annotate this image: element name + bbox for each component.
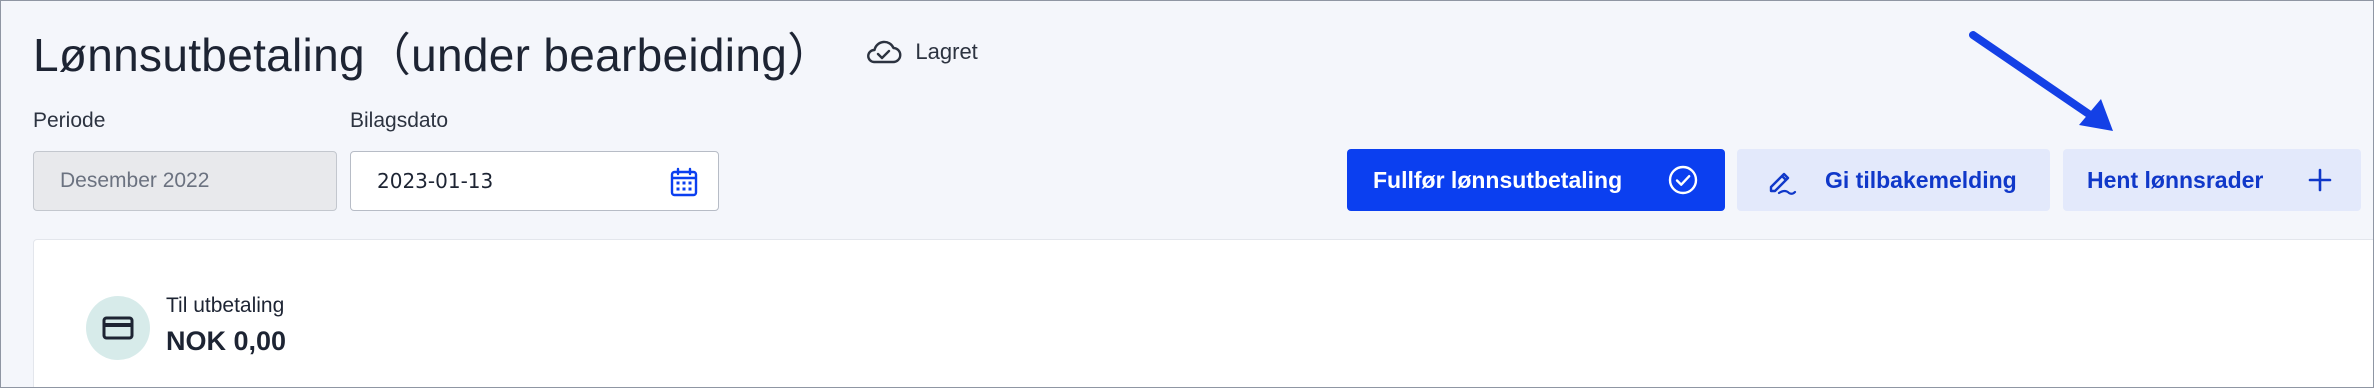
fetch-payroll-rows-button[interactable]: Hent lønnsrader <box>2063 149 2361 211</box>
voucher-date-field[interactable]: 2023-01-13 <box>350 151 719 211</box>
calendar-icon[interactable] <box>668 166 700 198</box>
payout-icon-badge <box>86 296 150 360</box>
saved-status-label: Lagret <box>915 39 978 64</box>
give-feedback-button[interactable]: Gi tilbakemelding <box>1737 149 2050 211</box>
saved-status: Lagret <box>863 38 978 66</box>
period-field: Desember 2022 <box>33 151 337 211</box>
payout-label: Til utbetaling <box>166 294 285 317</box>
pencil-icon <box>1769 172 1797 195</box>
complete-payroll-label: Fullfør lønnsutbetaling <box>1373 166 1623 193</box>
period-label: Periode <box>33 109 106 132</box>
cloud-check-icon <box>867 40 902 64</box>
check-circle-icon <box>1668 165 1698 195</box>
plus-icon <box>2308 168 2332 192</box>
credit-card-icon <box>102 316 134 340</box>
payout-summary-card: Til utbetaling NOK 0,00 <box>33 239 2373 387</box>
app-window: Lønnsutbetaling（under bearbeiding） Lagre… <box>0 0 2374 388</box>
give-feedback-label: Gi tilbakemelding <box>1825 166 2017 193</box>
voucher-date-value: 2023-01-13 <box>377 169 494 193</box>
payout-amount: NOK 0,00 <box>166 326 287 356</box>
fetch-payroll-rows-label: Hent lønnsrader <box>2087 166 2264 193</box>
page-title: Lønnsutbetaling（under bearbeiding） <box>33 29 834 81</box>
period-value: Desember 2022 <box>60 169 210 192</box>
annotation-arrow <box>1969 31 2113 131</box>
voucher-date-label: Bilagsdato <box>350 109 449 132</box>
complete-payroll-button[interactable]: Fullfør lønnsutbetaling <box>1347 149 1725 211</box>
title-row: Lønnsutbetaling（under bearbeiding） Lagre… <box>33 19 978 85</box>
